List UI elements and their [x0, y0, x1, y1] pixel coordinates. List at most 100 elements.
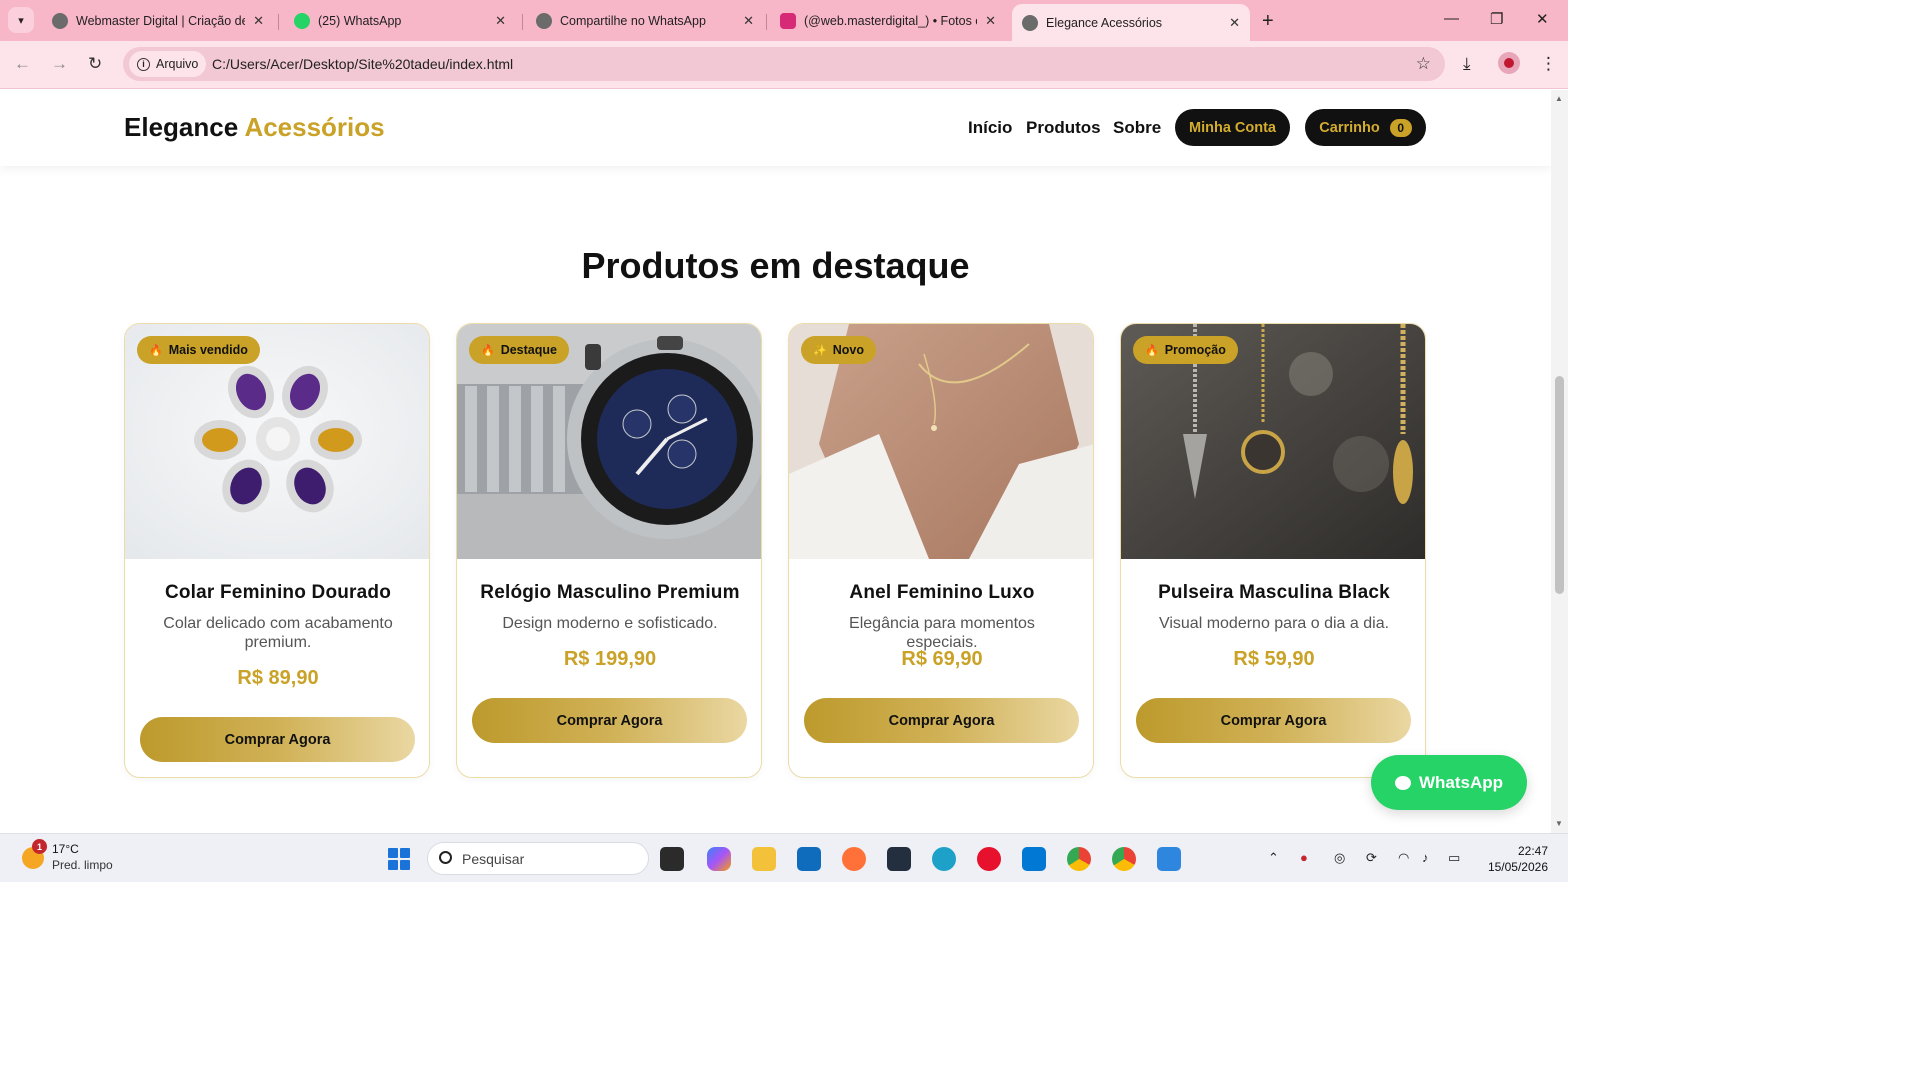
scrollbar-thumb[interactable] [1555, 376, 1564, 594]
section-title: Produtos em destaque [581, 245, 970, 286]
nav-sobre[interactable]: Sobre [1113, 118, 1161, 138]
close-tab-icon[interactable]: ✕ [495, 13, 506, 29]
new-tab-button[interactable]: + [1262, 10, 1274, 33]
system-clock[interactable]: 22:47 15/05/2026 [1480, 843, 1548, 875]
page-viewport: Elegance Acessórios Início Produtos Sobr… [0, 90, 1551, 833]
download-icon[interactable]: ⤓ [1463, 54, 1471, 74]
search-icon [439, 851, 452, 864]
nav-produtos[interactable]: Produtos [1026, 118, 1101, 138]
scroll-up-icon[interactable]: ▲ [1555, 94, 1563, 103]
address-bar[interactable]: i Arquivo C:/Users/Acer/Desktop/Site%20t… [123, 47, 1445, 81]
minha-conta-button[interactable]: Minha Conta [1175, 109, 1290, 146]
tab-elegance[interactable]: Elegance Acessórios ✕ [1012, 4, 1250, 41]
tab-compartilhe[interactable]: Compartilhe no WhatsApp ✕ [526, 6, 764, 36]
profile-avatar[interactable] [1498, 52, 1520, 74]
tab-title: (@web.masterdigital_) • Fotos e [804, 14, 978, 28]
volume-icon[interactable]: ♪ [1422, 850, 1429, 865]
tray-refresh-icon[interactable]: ⟳ [1366, 850, 1377, 866]
product-description: Colar delicado com acabamento premium. [163, 615, 393, 651]
product-image[interactable]: 🔥 Destaque [457, 324, 761, 559]
tab-whatsapp[interactable]: (25) WhatsApp ✕ [284, 6, 516, 36]
site-info-chip[interactable]: i Arquivo [129, 51, 207, 77]
product-name: Relógio Masculino Premium [480, 582, 740, 603]
url-text[interactable]: C:/Users/Acer/Desktop/Site%20tadeu/index… [212, 56, 513, 72]
amazon-icon[interactable] [887, 847, 911, 871]
whatsapp-button-label: WhatsApp [1418, 772, 1504, 792]
product-image[interactable]: ✨ Novo [789, 324, 1093, 559]
windows-start-icon[interactable] [388, 848, 410, 870]
opera-icon[interactable] [977, 847, 1001, 871]
carrinho-label: Carrinho [1319, 119, 1380, 136]
close-tab-icon[interactable]: ✕ [743, 13, 754, 29]
browser-tab-strip: ▾ Webmaster Digital | Criação de ✕ (25) … [0, 0, 1568, 41]
minimize-button[interactable]: — [1444, 10, 1459, 27]
close-window-button[interactable]: ✕ [1536, 10, 1549, 28]
tray-app-icon[interactable]: ● [1300, 850, 1308, 865]
tab-webmaster[interactable]: Webmaster Digital | Criação de ✕ [42, 6, 274, 36]
page-scrollbar[interactable]: ▲ ▼ [1551, 90, 1568, 833]
site-header: Elegance Acessórios Início Produtos Sobr… [0, 90, 1551, 166]
info-icon: i [137, 57, 150, 71]
flame-icon: 🔥 [481, 344, 495, 357]
buy-now-button[interactable]: Comprar Agora [1136, 698, 1411, 743]
weather-widget[interactable]: 1 17°C Pred. limpo [22, 839, 113, 872]
product-tag: 🔥 Mais vendido [137, 336, 260, 364]
close-tab-icon[interactable]: ✕ [253, 13, 264, 29]
bookmark-star-icon[interactable]: ☆ [1416, 54, 1431, 74]
firefox-icon[interactable] [842, 847, 866, 871]
task-view-icon[interactable] [660, 847, 684, 871]
product-card: 🔥 Mais vendido Colar Feminino Dourado Co… [124, 323, 430, 778]
taskbar-search[interactable]: Pesquisar [427, 842, 649, 875]
restore-button[interactable]: ❐ [1490, 10, 1503, 28]
clock-time: 22:47 [1517, 844, 1548, 858]
close-tab-icon[interactable]: ✕ [985, 13, 996, 29]
scroll-down-icon[interactable]: ▼ [1555, 819, 1563, 828]
os-taskbar: 1 17°C Pred. limpo Pesquisar ⌃ ● ◎ ⟳ ◠ ♪… [0, 833, 1568, 882]
product-image[interactable]: 🔥 Mais vendido [125, 324, 429, 559]
whatsapp-icon [294, 13, 310, 29]
whatsapp-float-button[interactable]: WhatsApp [1371, 755, 1527, 810]
buy-now-button[interactable]: Comprar Agora [804, 698, 1079, 743]
logo-text-accent: Acessórios [244, 112, 385, 142]
edge-icon[interactable] [932, 847, 956, 871]
tab-search-button[interactable]: ▾ [8, 7, 34, 33]
product-price: R$ 89,90 [237, 667, 319, 689]
tab-instagram[interactable]: (@web.masterdigital_) • Fotos e ✕ [770, 6, 1006, 36]
close-tab-icon[interactable]: ✕ [1229, 15, 1240, 31]
globe-icon [52, 13, 68, 29]
cart-count-badge: 0 [1389, 118, 1412, 137]
photos-icon[interactable] [1157, 847, 1181, 871]
weather-sun-icon: 1 [22, 839, 47, 869]
battery-icon[interactable]: ▭ [1448, 850, 1460, 866]
flame-icon: 🔥 [1145, 344, 1159, 357]
product-image[interactable]: 🔥 Promoção [1121, 324, 1425, 559]
carrinho-button[interactable]: Carrinho 0 [1305, 109, 1426, 146]
product-price: R$ 69,90 [901, 648, 983, 670]
nav-inicio[interactable]: Início [968, 118, 1012, 138]
forward-arrow-icon[interactable]: → [51, 54, 68, 74]
chrome-icon[interactable] [1067, 847, 1091, 871]
product-card: 🔥 Promoção Pulseira Masculina Black Visu… [1120, 323, 1426, 778]
back-arrow-icon[interactable]: ← [14, 54, 31, 74]
tray-chevron-icon[interactable]: ⌃ [1268, 850, 1279, 866]
file-explorer-icon[interactable] [752, 847, 776, 871]
tray-network-alert-icon[interactable]: ◎ [1334, 850, 1345, 866]
buy-now-button[interactable]: Comprar Agora [472, 698, 747, 743]
weather-temperature: 17°C [52, 842, 79, 856]
menu-kebab-icon[interactable]: ⋮ [1540, 54, 1557, 74]
buy-now-button[interactable]: Comprar Agora [140, 717, 415, 762]
chrome-profile-icon[interactable] [1112, 847, 1136, 871]
product-description: Visual moderno para o dia a dia. [1158, 615, 1390, 632]
logo-text: Elegance [124, 112, 239, 142]
product-tag-label: Novo [832, 343, 864, 357]
flame-icon: 🔥 [149, 344, 163, 357]
wifi-icon[interactable]: ◠ [1398, 850, 1409, 866]
tab-divider [278, 14, 279, 30]
product-card: ✨ Novo Anel Feminino Luxo Elegância para… [788, 323, 1094, 778]
sparkle-icon: ✨ [813, 344, 827, 357]
reload-icon[interactable]: ↻ [88, 54, 102, 74]
vscode-icon[interactable] [1022, 847, 1046, 871]
site-logo[interactable]: Elegance Acessórios [124, 112, 385, 143]
copilot-icon[interactable] [707, 847, 731, 871]
outlook-icon[interactable] [797, 847, 821, 871]
